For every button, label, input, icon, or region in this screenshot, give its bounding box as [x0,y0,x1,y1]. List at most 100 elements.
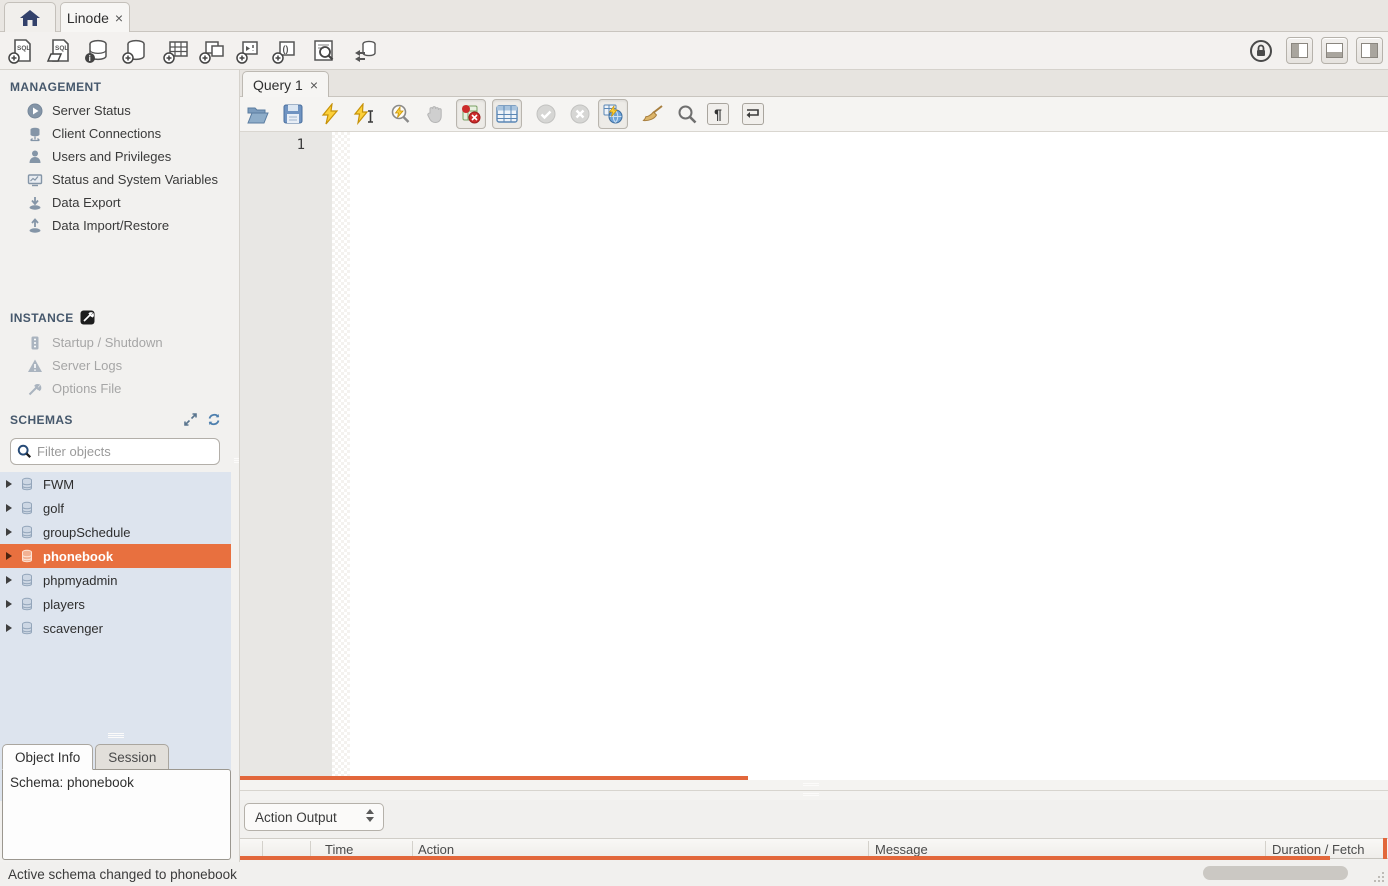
output-selector[interactable]: Action Output [244,803,384,831]
expand-arrow-icon[interactable] [6,600,12,608]
sidebar-item-server-status[interactable]: Server Status [0,99,233,122]
schema-inspector-button[interactable]: i [82,36,112,66]
toggle-output-area-button[interactable] [1321,37,1348,64]
expand-arrow-icon[interactable] [6,576,12,584]
schema-filter-input[interactable] [37,444,219,459]
connection-tab-label: Linode [67,10,109,26]
autocommit-icon [602,103,624,125]
execute-current-button[interactable] [351,101,377,127]
window-resize-grip[interactable] [1372,870,1384,882]
expand-arrow-icon[interactable] [6,504,12,512]
svg-text:SQL: SQL [55,45,68,52]
sidebar-item-label: Data Export [52,195,121,210]
output-vertical-scrollbar[interactable] [1383,838,1387,859]
refresh-schemas-icon[interactable] [207,413,221,426]
schema-row-fwm[interactable]: FWM [0,472,231,496]
explain-plan-button[interactable] [387,101,413,127]
tab-session[interactable]: Session [95,744,169,770]
svg-text:SQL: SQL [17,45,30,52]
toggle-stop-on-error-button[interactable] [456,99,486,129]
management-section: MANAGEMENT Server Status Client Connecti… [0,80,233,237]
toggle-autocommit-button[interactable] [598,99,628,129]
save-script-button[interactable] [280,101,306,127]
management-section-title: MANAGEMENT [0,80,233,94]
sidebar-item-label: Data Import/Restore [52,218,169,233]
query-tab[interactable]: Query 1 × [242,71,329,97]
sidebar-splitter-handle[interactable] [108,733,124,739]
sidebar-item-data-import[interactable]: Data Import/Restore [0,214,233,237]
editor-gutter: 1 [240,132,332,780]
sql-editor[interactable]: 1 [240,132,1388,780]
sidebar-item-users-privileges[interactable]: Users and Privileges [0,145,233,168]
server-status-icon [27,103,43,119]
open-script-button[interactable] [245,101,271,127]
statusbar-scrollbar-thumb[interactable] [1203,866,1348,880]
stop-query-button[interactable] [422,101,448,127]
data-export-icon [27,195,43,211]
open-sql-script-button[interactable]: SQL [44,36,74,66]
expand-arrow-icon[interactable] [6,624,12,632]
expand-arrow-icon[interactable] [6,552,12,560]
create-procedure-button[interactable] [234,36,264,66]
search-table-data-icon [310,37,338,65]
schema-row-scavenger[interactable]: scavenger [0,616,231,640]
connection-tab-linode[interactable]: Linode × [60,2,130,32]
status-message: Active schema changed to phonebook [8,867,237,882]
toggle-right-sidebar-button[interactable] [1356,37,1383,64]
sidebar-item-system-variables[interactable]: Status and System Variables [0,168,233,191]
close-icon[interactable]: × [115,11,123,25]
status-bar: Active schema changed to phonebook [0,862,1388,886]
output-horizontal-scrollbar[interactable] [240,856,1330,860]
schema-icon [20,549,34,563]
sidebar-item-client-connections[interactable]: Client Connections [0,122,233,145]
sidebar-item-label: Server Logs [52,358,122,373]
stop-on-error-icon [460,103,482,125]
home-tab[interactable] [4,2,56,32]
create-table-button[interactable] [161,36,191,66]
toggle-left-sidebar-button[interactable] [1286,37,1313,64]
create-view-button[interactable] [197,36,227,66]
stop-query-icon [425,104,445,124]
show-invisibles-button[interactable]: ¶ [707,103,729,125]
tab-object-info[interactable]: Object Info [2,744,93,770]
execute-all-button[interactable] [317,101,343,127]
schema-row-players[interactable]: players [0,592,231,616]
schema-row-groupschedule[interactable]: groupSchedule [0,520,231,544]
sidebar-main-splitter[interactable] [233,70,240,862]
editor-output-splitter[interactable] [240,780,1388,800]
main-area: Query 1 × [240,70,1388,862]
schema-inspector-icon: i [83,37,111,65]
broom-icon [640,104,664,124]
data-transfer-button[interactable] [350,36,380,66]
schema-row-golf[interactable]: golf [0,496,231,520]
create-schema-icon [121,37,149,65]
create-schema-button[interactable] [120,36,150,66]
output-selector-value: Action Output [255,810,337,825]
commit-button[interactable] [533,101,559,127]
close-icon[interactable]: × [310,77,318,93]
user-lock-icon[interactable] [1246,36,1276,66]
search-table-data-button[interactable] [309,36,339,66]
wrap-text-button[interactable] [742,103,764,125]
rollback-button[interactable] [567,101,593,127]
create-view-icon [198,37,226,65]
server-logs-icon [27,358,43,374]
sidebar-item-data-export[interactable]: Data Export [0,191,233,214]
sidebar-item-startup-shutdown[interactable]: Startup / Shutdown [0,331,233,354]
client-connections-icon [27,126,43,142]
find-button[interactable] [674,101,700,127]
new-query-tab-button[interactable]: SQL [6,36,36,66]
schema-row-phpmyadmin[interactable]: phpmyadmin [0,568,231,592]
create-function-button[interactable]: () [270,36,300,66]
limit-rows-button[interactable] [492,99,522,129]
schema-name: golf [43,501,64,516]
schema-row-phonebook[interactable]: phonebook [0,544,231,568]
sidebar-item-options-file[interactable]: Options File [0,377,233,400]
expand-arrow-icon[interactable] [6,528,12,536]
expand-panel-icon[interactable] [184,413,197,426]
sidebar-item-server-logs[interactable]: Server Logs [0,354,233,377]
selector-arrows-icon [366,809,374,822]
clean-editor-button[interactable] [639,101,665,127]
info-panel-tabs: Object Info Session [2,744,171,770]
expand-arrow-icon[interactable] [6,480,12,488]
